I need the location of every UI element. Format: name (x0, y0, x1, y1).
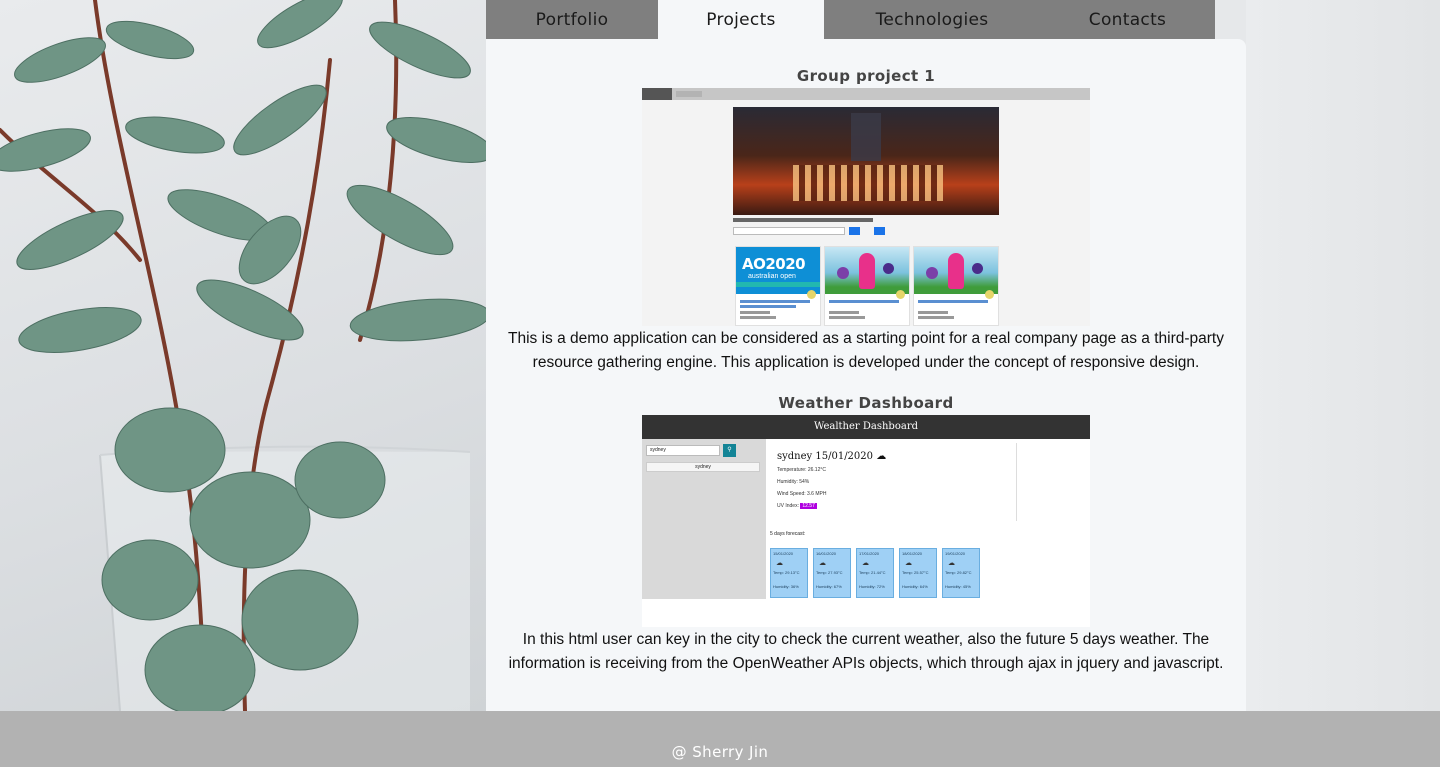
forecast-temp: Temp: 25.57°C (902, 570, 929, 575)
card-text-line (918, 316, 954, 319)
forecast-card: 15/01/2020 ☁ Temp: 29.13°C Humidity: 36% (770, 548, 808, 598)
background-strip (1246, 0, 1440, 711)
forecast-humidity: Humidity: 72% (859, 584, 885, 589)
project-description: This is a demo application can be consid… (508, 330, 1224, 371)
event-card (824, 246, 910, 326)
history-item: sydney (646, 462, 760, 472)
project-screenshot-weather[interactable]: Wealther Dashboard sydney ⚲ sydney sydne… (642, 415, 1090, 627)
weather-sidebar: sydney ⚲ sydney (642, 439, 766, 599)
forecast-card: 18/01/2020 ☁ Temp: 25.57°C Humidity: 64% (899, 548, 937, 598)
current-weather-border (1016, 443, 1017, 521)
tab-portfolio[interactable]: Portfolio (486, 0, 658, 39)
cloud-icon: ☁ (905, 560, 912, 567)
current-city-heading: sydney 15/01/2020 ☁ (777, 451, 886, 462)
balloon-shape (926, 267, 938, 279)
card-text-line (829, 300, 899, 303)
concert-hero-image (733, 107, 999, 215)
cloud-icon: ☁ (948, 560, 955, 567)
card-text-line (740, 300, 810, 303)
tab-contacts[interactable]: Contacts (1040, 0, 1215, 39)
card-text-line (829, 316, 865, 319)
page-footer: @ Sherry Jin (0, 711, 1440, 767)
ao2020-band (736, 282, 820, 287)
forecast-date: 17/01/2020 (859, 551, 880, 556)
favorite-dot-icon (807, 290, 816, 299)
uv-line: UV Index: 12.57 (777, 503, 817, 509)
favorite-dot-icon (985, 290, 994, 299)
cloud-icon: ☁ (819, 560, 826, 567)
stage-lights (793, 165, 943, 201)
search-button-thumb (849, 227, 860, 235)
forecast-temp: Temp: 29.82°C (945, 570, 972, 575)
eucalyptus-illustration (0, 0, 486, 711)
hero-caption-line (733, 218, 873, 222)
temperature-line: Temperature: 26.12°C (777, 467, 826, 473)
card-text-line (829, 311, 859, 314)
forecast-date: 15/01/2020 (773, 551, 794, 556)
balloon-shape (883, 263, 894, 274)
forecast-humidity: Humidity: 45% (945, 584, 971, 589)
humidity-line: Humidity: 54% (777, 479, 810, 485)
ao2020-badge: AO2020 (742, 255, 806, 273)
balloon-shape (972, 263, 983, 274)
forecast-humidity: Humidity: 64% (902, 584, 928, 589)
card-text-line (918, 311, 948, 314)
forecast-date: 19/01/2020 (945, 551, 966, 556)
ao2020-image: AO2020 australian open (736, 247, 820, 294)
forecast-humidity: Humidity: 67% (816, 584, 842, 589)
project-title: Weather Dashboard (778, 394, 954, 412)
event-card: AO2020 australian open (735, 246, 821, 326)
cloud-icon: ☁ (776, 560, 783, 567)
forecast-temp: Temp: 27.93°C (816, 570, 843, 575)
card-text-line (740, 316, 776, 319)
project-title: Group project 1 (796, 67, 936, 85)
project-screenshot-events[interactable]: AO2020 australian open (642, 88, 1090, 326)
footer-credit: @ Sherry Jin (671, 743, 769, 761)
weather-header: Wealther Dashboard (642, 415, 1090, 439)
festival-image (825, 247, 909, 294)
cloud-icon: ☁ (876, 451, 887, 462)
festival-image (914, 247, 998, 294)
forecast-temp: Temp: 21.44°C (859, 570, 886, 575)
forecast-date: 18/01/2020 (902, 551, 923, 556)
uv-badge: 12.57 (800, 503, 817, 509)
city-search-field: sydney (646, 445, 720, 456)
forecast-card: 17/01/2020 ☁ Temp: 21.44°C Humidity: 72% (856, 548, 894, 598)
city-date: sydney 15/01/2020 (777, 451, 874, 462)
card-text-line (740, 305, 796, 308)
performer-shape (859, 253, 875, 289)
project-description: In this html user can key in the city to… (508, 631, 1224, 672)
event-card (913, 246, 999, 326)
filter-button-thumb (874, 227, 885, 235)
forecast-card: 19/01/2020 ☁ Temp: 29.82°C Humidity: 45% (942, 548, 980, 598)
balloon-shape (837, 267, 849, 279)
uv-label: UV Index: (777, 503, 799, 509)
stage-tower (851, 113, 881, 161)
screenshot-navbar (642, 88, 1090, 100)
forecast-humidity: Humidity: 36% (773, 584, 799, 589)
forecast-temp: Temp: 29.13°C (773, 570, 800, 575)
hero-plant-image (0, 0, 486, 711)
projects-panel: Group project 1 AO2020 australian open T… (486, 39, 1246, 711)
card-text-line (740, 311, 770, 314)
main-nav: Portfolio Projects Technologies Contacts (486, 0, 1215, 39)
forecast-date: 16/01/2020 (816, 551, 837, 556)
performer-shape (948, 253, 964, 289)
favourites-tab-thumb (676, 91, 702, 97)
forecast-card: 16/01/2020 ☁ Temp: 27.93°C Humidity: 67% (813, 548, 851, 598)
wind-line: Wind Speed: 3.6 MPH (777, 491, 827, 497)
cloud-icon: ☁ (862, 560, 869, 567)
favorite-dot-icon (896, 290, 905, 299)
tab-technologies[interactable]: Technologies (824, 0, 1040, 39)
search-input-thumb (733, 227, 845, 235)
ao2020-subtitle: australian open (748, 273, 796, 280)
tab-projects[interactable]: Projects (658, 0, 824, 39)
card-text-line (918, 300, 988, 303)
search-icon: ⚲ (723, 444, 736, 457)
forecast-title: 5 days forecast: (770, 531, 806, 537)
home-tab-thumb (642, 88, 672, 100)
